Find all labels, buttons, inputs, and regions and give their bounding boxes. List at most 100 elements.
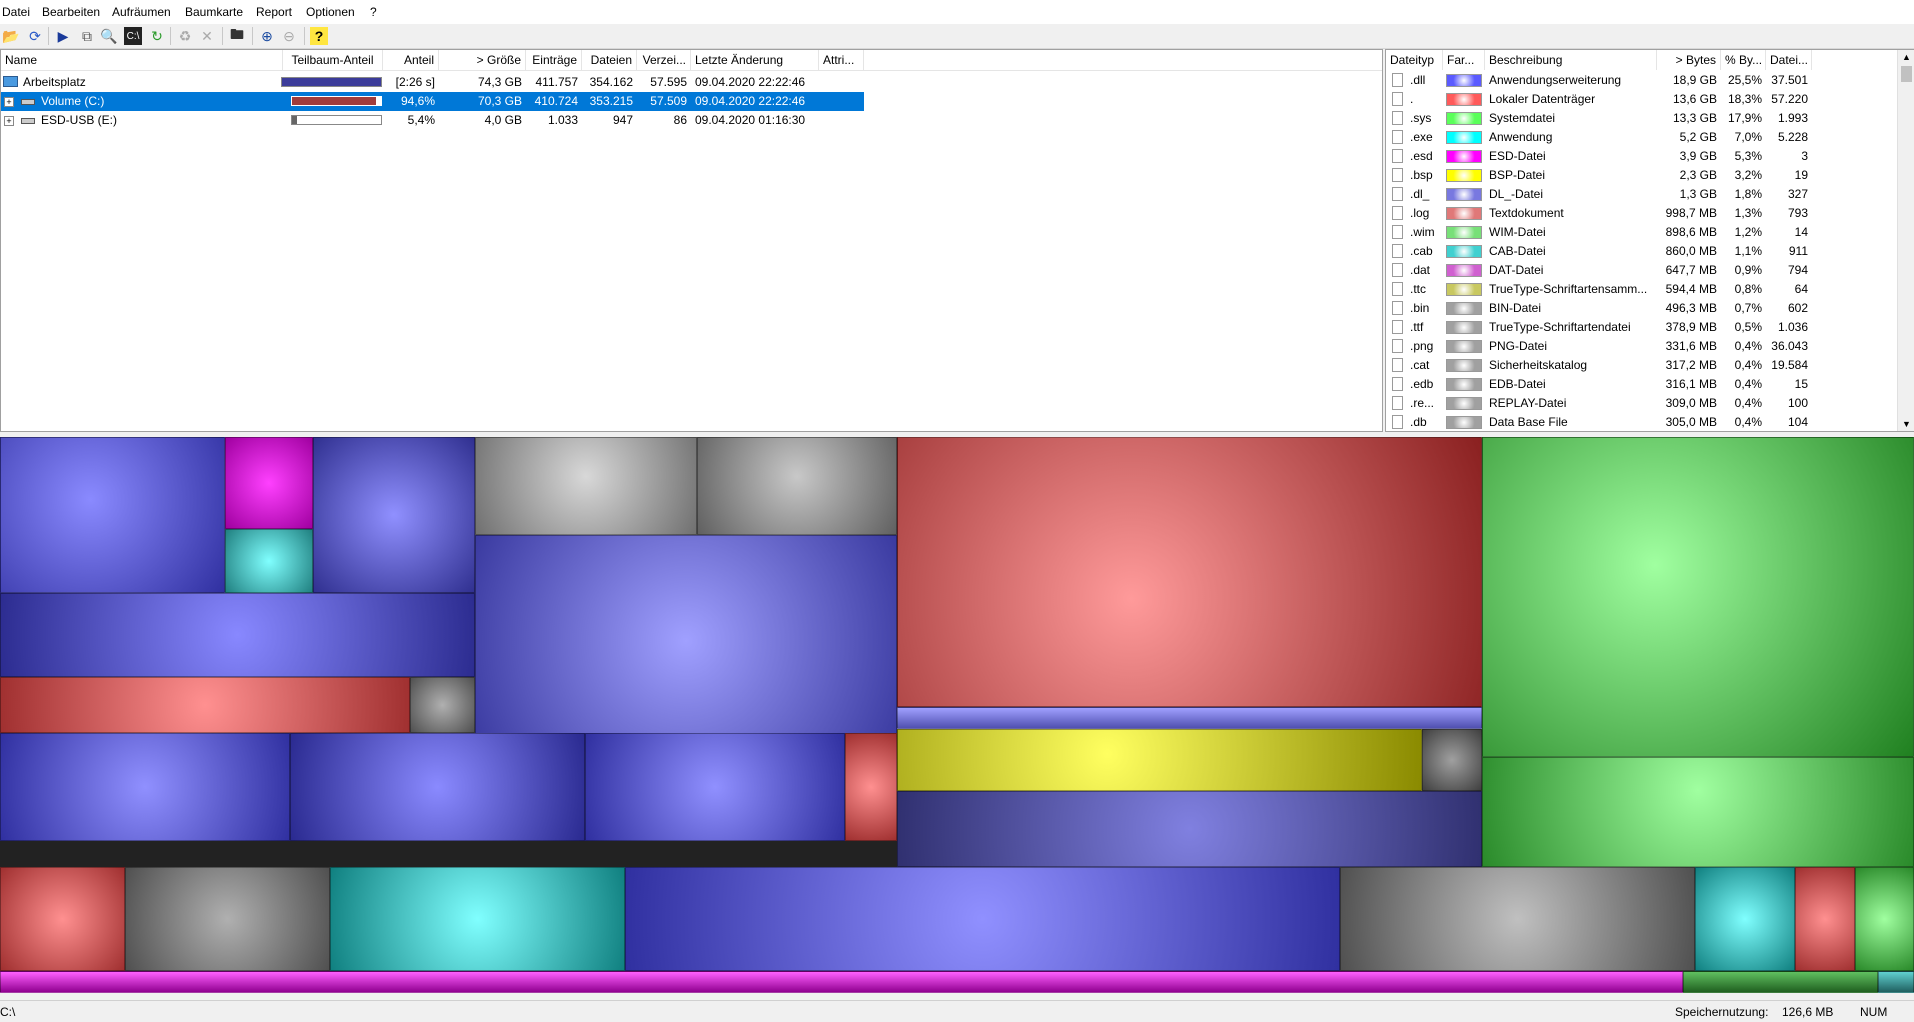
treemap-tile-gray-5[interactable] xyxy=(125,867,330,971)
treemap-tile-gray-3[interactable] xyxy=(410,677,475,733)
column-header-subtree[interactable]: Teilbaum-Anteil xyxy=(283,50,383,70)
menu-datei[interactable]: Datei xyxy=(2,5,30,19)
column-header-filecount[interactable]: Datei... xyxy=(1766,50,1812,70)
extension-percent: 1,2% xyxy=(1734,225,1762,239)
treemap-tile-exe-2[interactable] xyxy=(1695,867,1795,971)
treemap[interactable] xyxy=(0,437,1914,993)
extension-row[interactable]: .re... REPLAY-Datei 309,0 MB 0,4% 100 xyxy=(1386,394,1896,413)
treemap-tile-mixed-1[interactable] xyxy=(313,437,475,593)
menu-baumkarte[interactable]: Baumkarte xyxy=(185,5,243,19)
column-header-attributes[interactable]: Attri... xyxy=(819,50,864,70)
tree-row-arbeitsplatz[interactable]: Arbeitsplatz [2:26 s] 74,3 GB 411.757 35… xyxy=(1,73,864,92)
extension-row[interactable]: .dl_ DL_-Datei 1,3 GB 1,8% 327 xyxy=(1386,185,1896,204)
scroll-thumb[interactable] xyxy=(1901,66,1912,82)
extension-file-count: 19.584 xyxy=(1771,358,1808,372)
folder-icon[interactable]: 🖿 xyxy=(228,26,246,45)
help-icon[interactable]: ? xyxy=(310,27,328,45)
menu-help[interactable]: ? xyxy=(370,5,377,19)
treemap-tile-dll-5[interactable] xyxy=(290,733,585,841)
column-header-modified[interactable]: Letzte Änderung xyxy=(691,50,819,70)
tree-row-esd-usb[interactable]: + ESD-USB (E:) 5,4% 4,0 GB 1.033 947 86 … xyxy=(1,111,864,130)
menu-bar: Datei Bearbeiten Aufräumen Baumkarte Rep… xyxy=(0,0,1914,24)
treemap-tile-bsp[interactable] xyxy=(897,729,1422,791)
column-header-percent[interactable]: % By... xyxy=(1721,50,1766,70)
extension-row[interactable]: .sys Systemdatei 13,3 GB 17,9% 1.993 xyxy=(1386,109,1896,128)
menu-optionen[interactable]: Optionen xyxy=(306,5,355,19)
extension-row[interactable]: .exe Anwendung 5,2 GB 7,0% 5.228 xyxy=(1386,128,1896,147)
extension-row[interactable]: .bsp BSP-Datei 2,3 GB 3,2% 19 xyxy=(1386,166,1896,185)
extension-row[interactable]: .log Textdokument 998,7 MB 1,3% 793 xyxy=(1386,204,1896,223)
copy-icon[interactable]: ⧉ xyxy=(78,27,96,45)
treemap-tile-dll-7[interactable] xyxy=(625,867,1340,971)
open-folder-icon[interactable]: 📂 xyxy=(2,27,20,45)
zoom-out-icon[interactable]: ⊖ xyxy=(280,27,298,45)
extension-row[interactable]: .edb EDB-Datei 316,1 MB 0,4% 15 xyxy=(1386,375,1896,394)
extension-row[interactable]: .cat Sicherheitskatalog 317,2 MB 0,4% 19.584 xyxy=(1386,356,1896,375)
treemap-tile-log-1[interactable] xyxy=(0,677,410,733)
treemap-tile-gray-4[interactable] xyxy=(1422,729,1482,791)
menu-report[interactable]: Report xyxy=(256,5,292,19)
scroll-down-icon[interactable]: ▼ xyxy=(1902,419,1911,429)
treemap-tile-mixed-2[interactable] xyxy=(897,791,1482,867)
treemap-tile-log-2[interactable] xyxy=(845,733,897,841)
extension-row[interactable]: .ttf TrueType-Schriftartendatei 378,9 MB 0,… xyxy=(1386,318,1896,337)
treemap-tile-gray-1[interactable] xyxy=(475,437,697,535)
treemap-tile-dll-2[interactable] xyxy=(475,535,897,747)
treemap-tile-dll-6[interactable] xyxy=(585,733,845,841)
extension-row[interactable]: . Lokaler Datenträger 13,6 GB 18,3% 57.220 xyxy=(1386,90,1896,109)
extension-row[interactable]: .db Data Base File 305,0 MB 0,4% 104 xyxy=(1386,413,1896,431)
treemap-tile-gray-strip[interactable] xyxy=(897,707,1482,729)
delete-icon[interactable]: ✕ xyxy=(198,27,216,45)
treemap-tile-sys-3[interactable] xyxy=(1855,867,1914,971)
column-header-share[interactable]: Anteil xyxy=(383,50,439,70)
treemap-tile-cab[interactable] xyxy=(1878,971,1914,993)
treemap-tile-gray-6[interactable] xyxy=(1340,867,1695,971)
column-header-dirs[interactable]: Verzei... xyxy=(637,50,691,70)
extension-row[interactable]: .dll Anwendungserweiterung 18,9 GB 25,5% 37.… xyxy=(1386,71,1896,90)
column-header-bytes[interactable]: > Bytes xyxy=(1657,50,1721,70)
menu-bearbeiten[interactable]: Bearbeiten xyxy=(42,5,100,19)
extension-row[interactable]: .esd ESD-Datei 3,9 GB 5,3% 3 xyxy=(1386,147,1896,166)
zoom-in-icon[interactable]: ⊕ xyxy=(258,27,276,45)
refresh-all-icon[interactable]: ↻ xyxy=(148,27,166,45)
expand-toggle[interactable]: + xyxy=(4,116,14,126)
column-header-type[interactable]: Dateityp xyxy=(1386,50,1443,70)
extension-row[interactable]: .dat DAT-Datei 647,7 MB 0,9% 794 xyxy=(1386,261,1896,280)
treemap-tile-esd-usb-main[interactable] xyxy=(0,971,1683,993)
expand-toggle[interactable]: + xyxy=(4,97,14,107)
treemap-tile-sys[interactable] xyxy=(1482,437,1914,757)
treemap-tile-exe-small[interactable] xyxy=(225,529,313,593)
treemap-tile-dll-4[interactable] xyxy=(0,733,290,841)
treemap-tile-log-3[interactable] xyxy=(0,867,125,971)
column-header-color[interactable]: Far... xyxy=(1443,50,1485,70)
column-header-files[interactable]: Dateien xyxy=(582,50,637,70)
extension-row[interactable]: .wim WIM-Datei 898,6 MB 1,2% 14 xyxy=(1386,223,1896,242)
extension-row[interactable]: .bin BIN-Datei 496,3 MB 0,7% 602 xyxy=(1386,299,1896,318)
find-icon[interactable]: 🔍 xyxy=(100,27,118,45)
column-header-entries[interactable]: Einträge xyxy=(526,50,582,70)
column-header-description[interactable]: Beschreibung xyxy=(1485,50,1657,70)
treemap-tile-esd-small[interactable] xyxy=(225,437,313,529)
extension-row[interactable]: .png PNG-Datei 331,6 MB 0,4% 36.043 xyxy=(1386,337,1896,356)
play-icon[interactable]: ▶ xyxy=(54,27,72,45)
treemap-tile-dll-3[interactable] xyxy=(0,593,475,677)
extension-row[interactable]: .ttc TrueType-Schriftartensamm... 594,4 MB… xyxy=(1386,280,1896,299)
extension-percent: 0,9% xyxy=(1734,263,1762,277)
extension-row[interactable]: .cab CAB-Datei 860,0 MB 1,1% 911 xyxy=(1386,242,1896,261)
treemap-tile-exe-1[interactable] xyxy=(330,867,625,971)
recycle-icon[interactable]: ♻ xyxy=(176,27,194,45)
treemap-tile-dll-group[interactable] xyxy=(0,437,225,593)
menu-aufraeumen[interactable]: Aufräumen xyxy=(112,5,171,19)
column-header-name[interactable]: Name xyxy=(1,50,283,70)
treemap-tile-gray-2[interactable] xyxy=(697,437,897,535)
treemap-tile-volume-root[interactable] xyxy=(897,437,1482,707)
treemap-tile-wim[interactable] xyxy=(1683,971,1878,993)
extension-scrollbar[interactable]: ▲ ▼ xyxy=(1897,50,1914,431)
tree-row-volume-c[interactable]: + Volume (C:) 94,6% 70,3 GB 410.724 353.… xyxy=(1,92,864,111)
scroll-up-icon[interactable]: ▲ xyxy=(1902,52,1911,62)
refresh-icon[interactable]: ⟳ xyxy=(26,27,44,45)
console-icon[interactable]: C:\ xyxy=(124,27,142,45)
treemap-tile-sys-2[interactable] xyxy=(1482,757,1914,867)
treemap-tile-log-4[interactable] xyxy=(1795,867,1855,971)
column-header-size[interactable]: > Größe xyxy=(439,50,526,70)
